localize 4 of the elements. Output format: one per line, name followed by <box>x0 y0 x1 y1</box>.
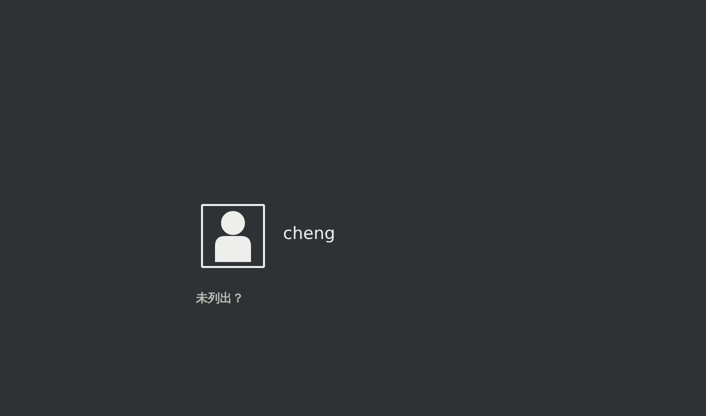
user-name[interactable]: cheng <box>283 224 336 244</box>
not-listed-link[interactable]: 未列出？ <box>196 290 706 307</box>
user-silhouette-icon <box>213 210 253 262</box>
user-avatar-button[interactable] <box>201 204 265 268</box>
